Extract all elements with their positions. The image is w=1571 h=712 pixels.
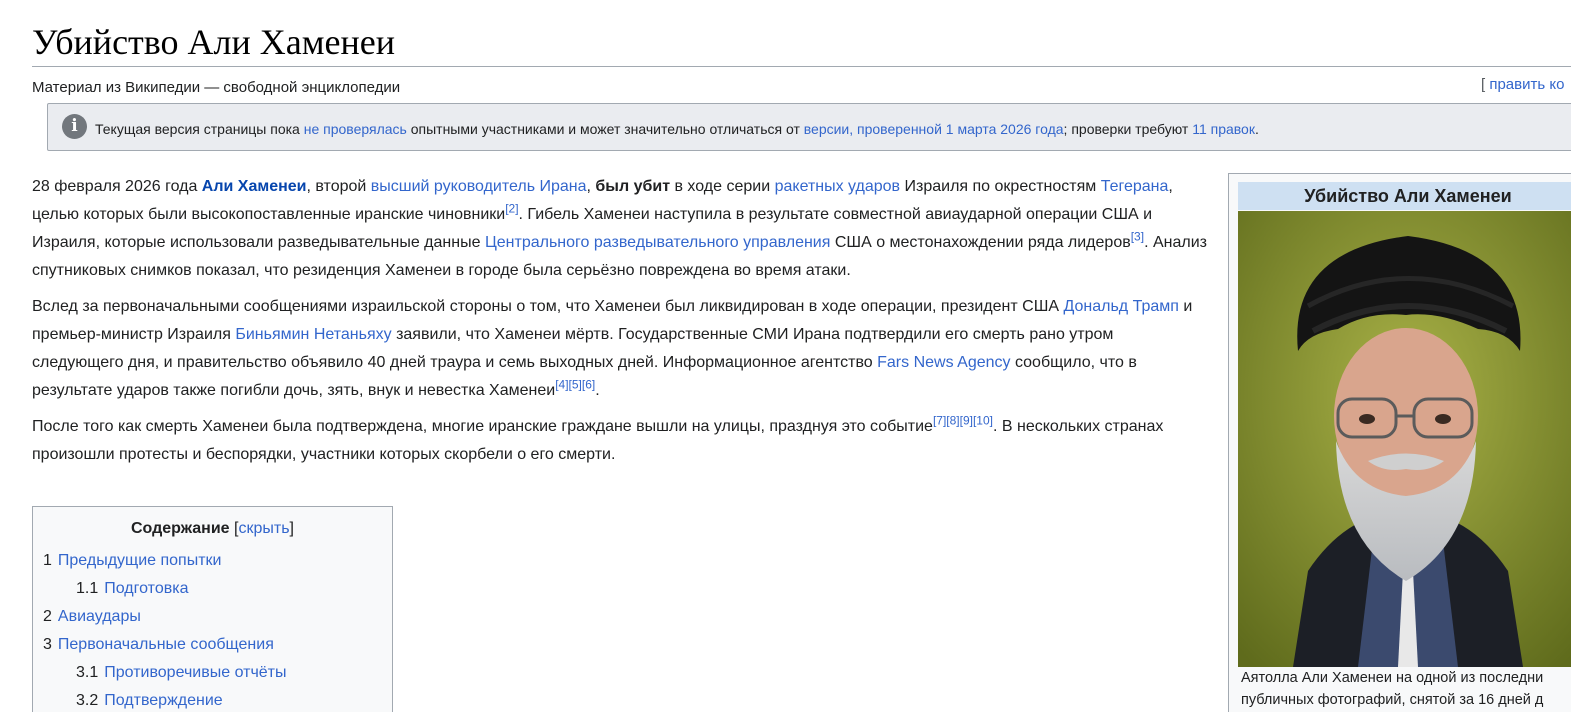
portrait-illustration <box>1238 211 1571 667</box>
text: Вслед за первоначальными сообщениями изр… <box>32 298 1064 315</box>
site-tagline: Материал из Википедии — свободной энцикл… <box>32 79 401 96</box>
notice-text-1: Текущая версия страницы пока <box>95 121 304 137</box>
toc-item[interactable]: 3.1 Противоречивые отчёты <box>33 659 392 687</box>
text: в ходе серии <box>670 178 775 195</box>
reference-9[interactable]: [9] <box>960 414 973 428</box>
killed-bold: был убит <box>595 178 671 195</box>
reference-7[interactable]: [7] <box>933 414 946 428</box>
toc-number: 3.2 <box>76 692 99 709</box>
toc-link[interactable]: Авиаудары <box>58 608 141 625</box>
table-of-contents: Содержание [скрыть] 1 Предыдущие попытки … <box>32 506 393 712</box>
toc-link[interactable]: Противоречивые отчёты <box>104 664 286 681</box>
toc-header: Содержание [скрыть] <box>33 517 392 541</box>
not-reviewed-link[interactable]: не проверялась <box>304 121 407 137</box>
text: , второй <box>306 178 371 195</box>
infobox-caption: Аятолла Али Хаменеи на одной из последни… <box>1241 667 1571 711</box>
toc-link[interactable]: Подтверждение <box>104 692 222 709</box>
notice-text-3: ; проверки требуют <box>1063 121 1193 137</box>
pending-edits-link[interactable]: 11 правок <box>1192 121 1255 137</box>
edit-section-link[interactable]: [ править ко <box>1481 76 1564 93</box>
supreme-leader-link[interactable]: высший руководитель Ирана <box>371 178 587 195</box>
toc-item[interactable]: 1.1 Подготовка <box>33 575 392 603</box>
toc-number: 2 <box>43 608 52 625</box>
toc-hide-toggle[interactable]: скрыть <box>238 520 289 537</box>
text: США о местонахождении ряда лидеров <box>830 234 1131 251</box>
text: Израиля по окрестностям <box>900 178 1101 195</box>
portrait-photo[interactable] <box>1238 211 1571 667</box>
reference-8[interactable]: [8] <box>946 414 959 428</box>
toc-title: Содержание <box>131 520 230 537</box>
reference-6[interactable]: [6] <box>582 378 595 392</box>
toc-number: 1.1 <box>76 580 99 597</box>
article-body: 28 февраля 2026 года Али Хаменеи, второй… <box>32 173 1212 477</box>
caption-line: Аятолла Али Хаменеи на одной из последни <box>1241 670 1544 686</box>
infobox-title: Убийство Али Хаменеи <box>1238 182 1571 210</box>
fars-news-link[interactable]: Fars News Agency <box>877 354 1010 371</box>
cia-link[interactable]: Центрального разведывательного управлени… <box>485 234 830 251</box>
text: После того как смерть Хаменеи была подтв… <box>32 418 933 435</box>
tehran-link[interactable]: Тегерана <box>1101 178 1169 195</box>
notice-text-2: опытными участниками и может значительно… <box>406 121 804 137</box>
toc-item[interactable]: 1 Предыдущие попытки <box>33 547 392 575</box>
toc-link[interactable]: Первоначальные сообщения <box>58 636 274 653</box>
toc-number: 1 <box>43 552 52 569</box>
missile-strikes-link[interactable]: ракетных ударов <box>775 178 900 195</box>
toc-item[interactable]: 3.2 Подтверждение <box>33 687 392 712</box>
toc-number: 3 <box>43 636 52 653</box>
paragraph-2: Вслед за первоначальными сообщениями изр… <box>32 293 1204 405</box>
reference-10[interactable]: [10] <box>973 414 993 428</box>
caption-line: публичных фотографий, снятой за 16 дней … <box>1241 692 1544 708</box>
toc-bracket: ] <box>289 520 294 537</box>
toc-item[interactable]: 2 Авиаудары <box>33 603 392 631</box>
infobox: Убийство Али Хаменеи Аятолла Али Хаменеи… <box>1228 173 1571 712</box>
reference-3[interactable]: [3] <box>1131 230 1144 244</box>
title-divider <box>32 66 1571 67</box>
review-status-notice: i Текущая версия страницы пока не провер… <box>47 103 1571 151</box>
toc-number: 3.1 <box>76 664 99 681</box>
text: 28 февраля 2026 года <box>32 178 202 195</box>
paragraph-1: 28 февраля 2026 года Али Хаменеи, второй… <box>32 173 1212 285</box>
page-title: Убийство Али Хаменеи <box>32 22 396 62</box>
text: . <box>595 382 600 399</box>
reference-5[interactable]: [5] <box>569 378 582 392</box>
toc-item[interactable]: 3 Первоначальные сообщения <box>33 631 392 659</box>
toc-link[interactable]: Подготовка <box>104 580 188 597</box>
notice-text: Текущая версия страницы пока не проверял… <box>95 121 1259 137</box>
notice-text-4: . <box>1254 121 1259 137</box>
reference-2[interactable]: [2] <box>505 202 518 216</box>
paragraph-3: После того как смерть Хаменеи была подтв… <box>32 413 1217 469</box>
khamenei-link[interactable]: Али Хаменеи <box>202 178 307 195</box>
reference-4[interactable]: [4] <box>555 378 568 392</box>
netanyahu-link[interactable]: Биньямин Нетаньяху <box>235 326 391 343</box>
edit-link-text[interactable]: править ко <box>1489 76 1564 93</box>
reviewed-version-link[interactable]: версии, проверенной 1 марта 2026 года <box>804 121 1064 137</box>
toc-link[interactable]: Предыдущие попытки <box>58 552 222 569</box>
trump-link[interactable]: Дональд Трамп <box>1063 298 1178 315</box>
info-icon: i <box>62 114 87 139</box>
